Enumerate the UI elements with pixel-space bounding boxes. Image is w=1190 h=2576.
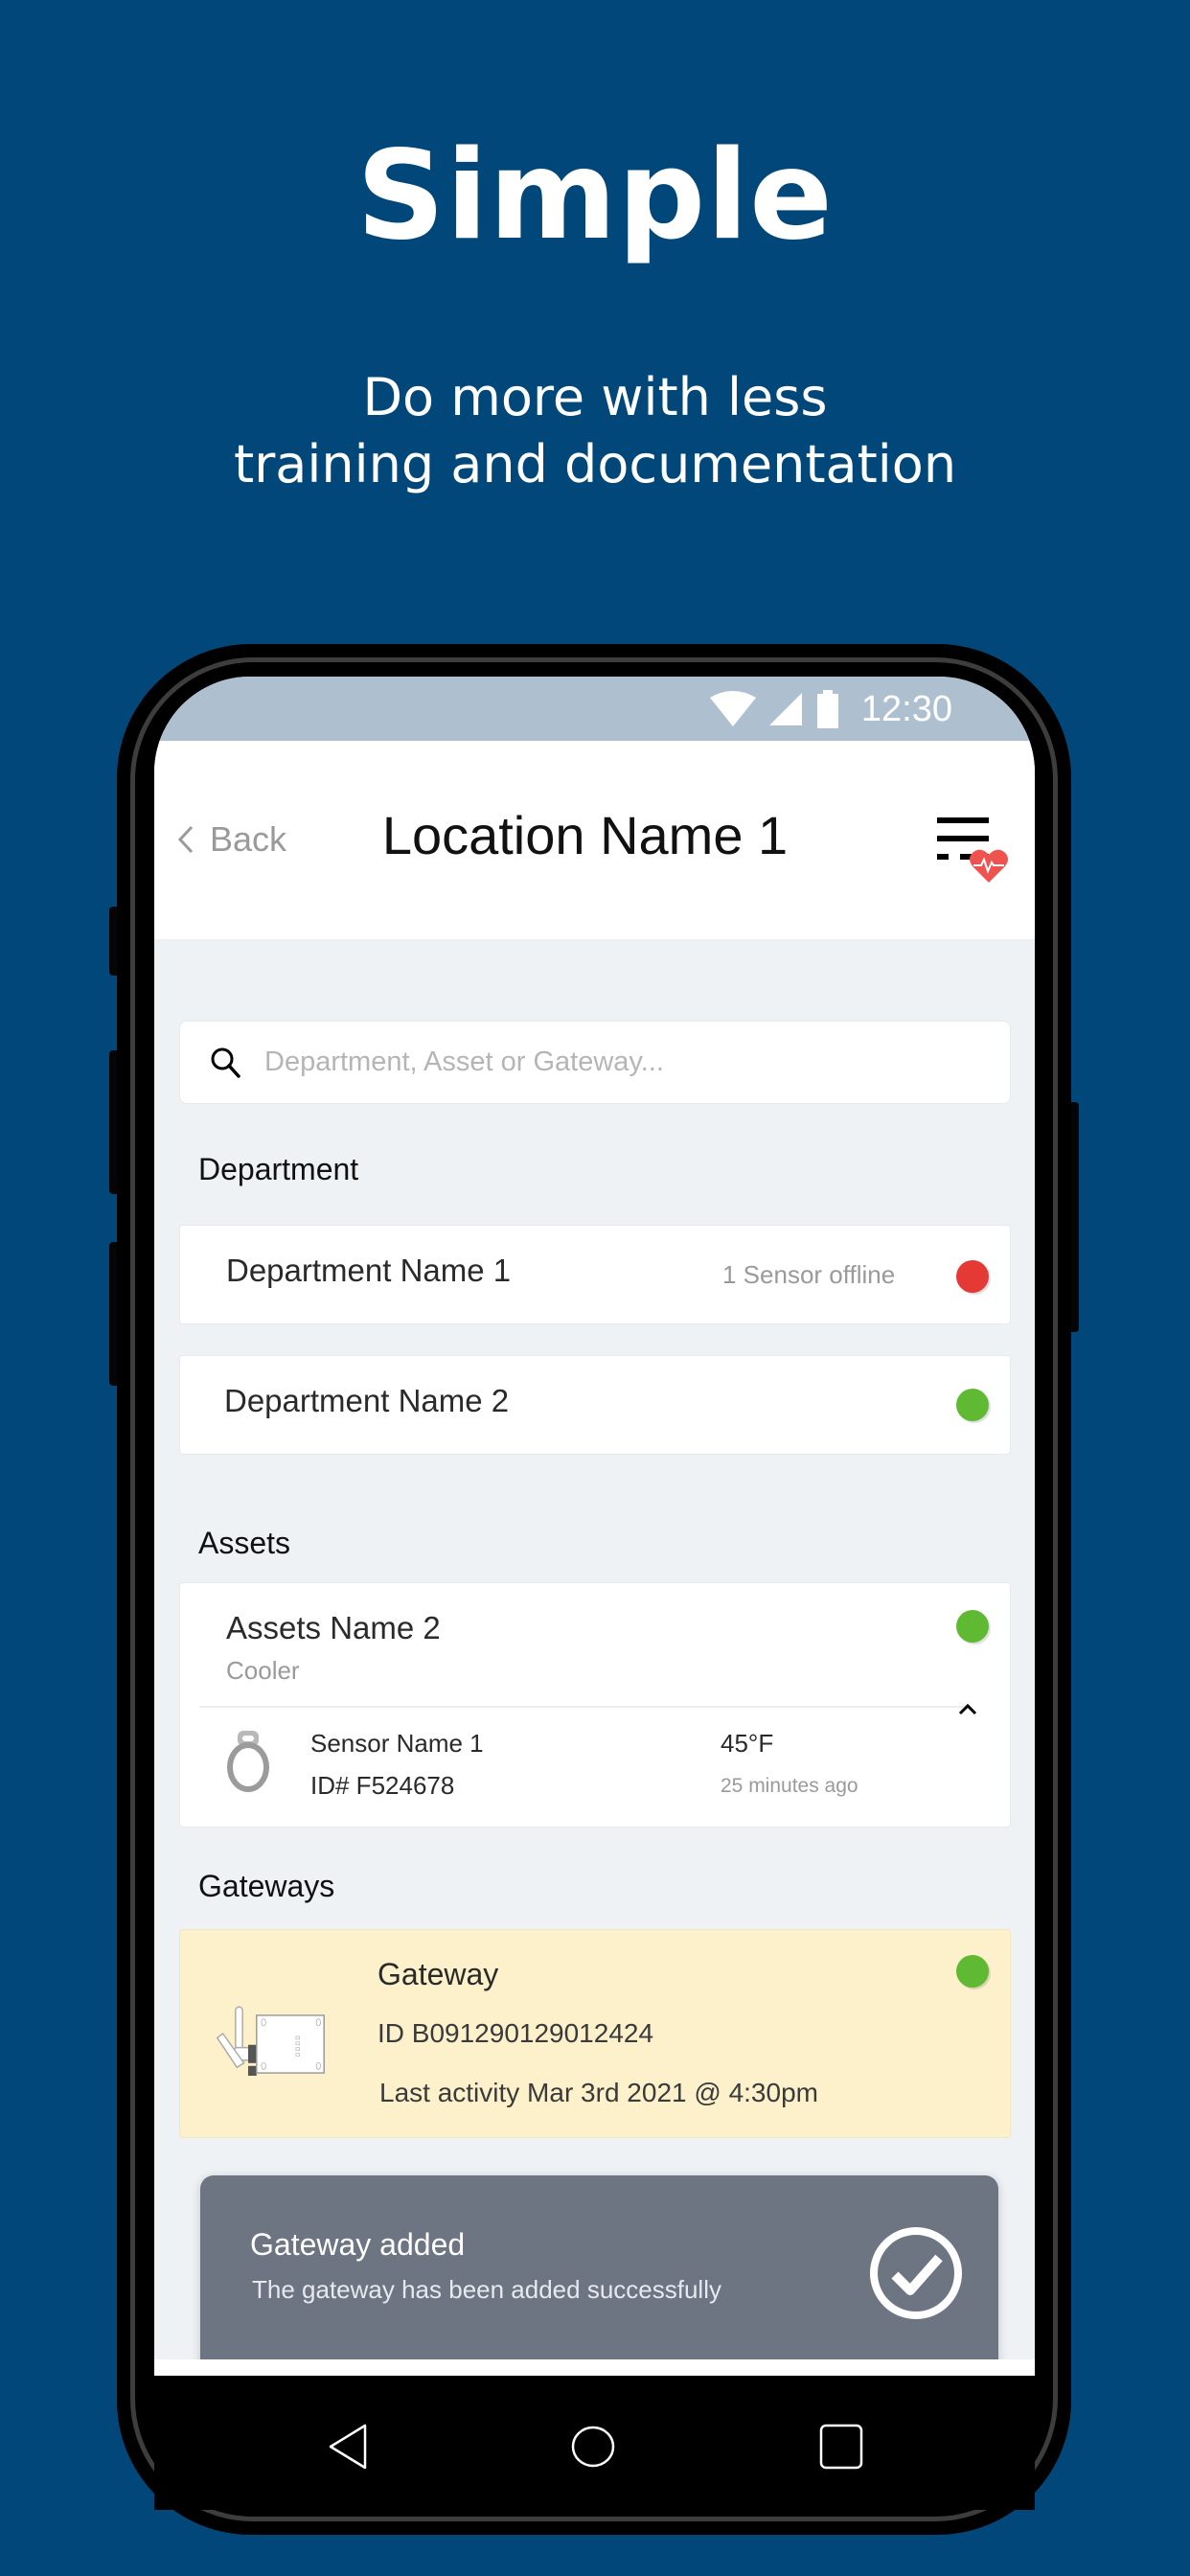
status-bar: 12:30 [154,677,1035,741]
divider [199,1706,966,1708]
gateways-section-label: Gateways [198,1869,335,1903]
toast-title: Gateway added [250,2227,466,2262]
gateway-id: ID B091290129012424 [378,2018,654,2048]
chevron-up-icon[interactable] [954,1698,981,1719]
search-bar[interactable] [179,1021,1011,1104]
sensor-reading: 45°F [721,1729,774,1758]
app-screen: 12:30 Back Location Name 1 Department, A… [154,677,1035,2376]
search-icon [211,1047,240,1078]
battery-icon [816,690,838,728]
gateway-device-icon [216,2006,325,2076]
nav-recents-icon[interactable] [819,2424,863,2470]
status-icons: 12:30 [709,688,952,730]
search-input[interactable] [264,1046,993,1078]
toast-notification: Gateway added The gateway has been added… [200,2175,998,2376]
status-time: 12:30 [860,688,952,729]
department-name: Department Name 2 [224,1383,510,1418]
asset-item[interactable]: Assets Name 2 Cooler Sensor Name 1 ID# F… [179,1582,1011,1828]
department-section-label: Department [198,1152,359,1186]
nav-home-icon[interactable] [570,2424,616,2470]
department-name: Department Name 1 [226,1253,512,1288]
status-dot-online [956,1955,989,1988]
department-item[interactable]: Department Name 2 [179,1355,1011,1455]
page-title: Location Name 1 [381,805,789,865]
promo-subline-line-1: Do more with less [362,367,828,427]
toast-message: The gateway has been added successfully [252,2275,721,2304]
asset-name: Assets Name 2 [226,1610,441,1645]
gateway-name: Gateway [378,1957,499,1991]
promo-headline: Simple [356,125,834,267]
app-bar: Back Location Name 1 [154,741,1035,939]
screen-bottom-strip [154,2359,1035,2376]
asset-type: Cooler [226,1656,300,1685]
status-dot-offline [956,1260,989,1293]
sensor-id: ID# F524678 [310,1771,455,1800]
check-circle-icon [870,2227,962,2319]
assets-section-label: Assets [198,1526,291,1560]
sensor-updated: 25 minutes ago [721,1775,858,1797]
list-health-icon[interactable] [937,817,1014,885]
sensor-name: Sensor Name 1 [310,1729,484,1758]
android-nav-bar [154,2376,1035,2510]
wifi-icon [709,691,756,726]
sensor-device-icon [227,1731,269,1792]
department-item[interactable]: Department Name 1 1 Sensor offline [179,1225,1011,1324]
promo-subline-line-2: training and documentation [233,434,957,494]
cellular-signal-icon [768,693,802,725]
gateway-item[interactable]: Gateway ID B091290129012424 Last activit… [179,1929,1011,2138]
status-dot-online [956,1610,989,1643]
nav-back-icon[interactable] [327,2424,369,2470]
department-status-text: 1 Sensor offline [722,1260,896,1289]
status-dot-online [956,1389,989,1421]
gateway-last-activity: Last activity Mar 3rd 2021 @ 4:30pm [379,2078,818,2107]
promo-subline: Do more with less training and documenta… [0,364,1190,498]
